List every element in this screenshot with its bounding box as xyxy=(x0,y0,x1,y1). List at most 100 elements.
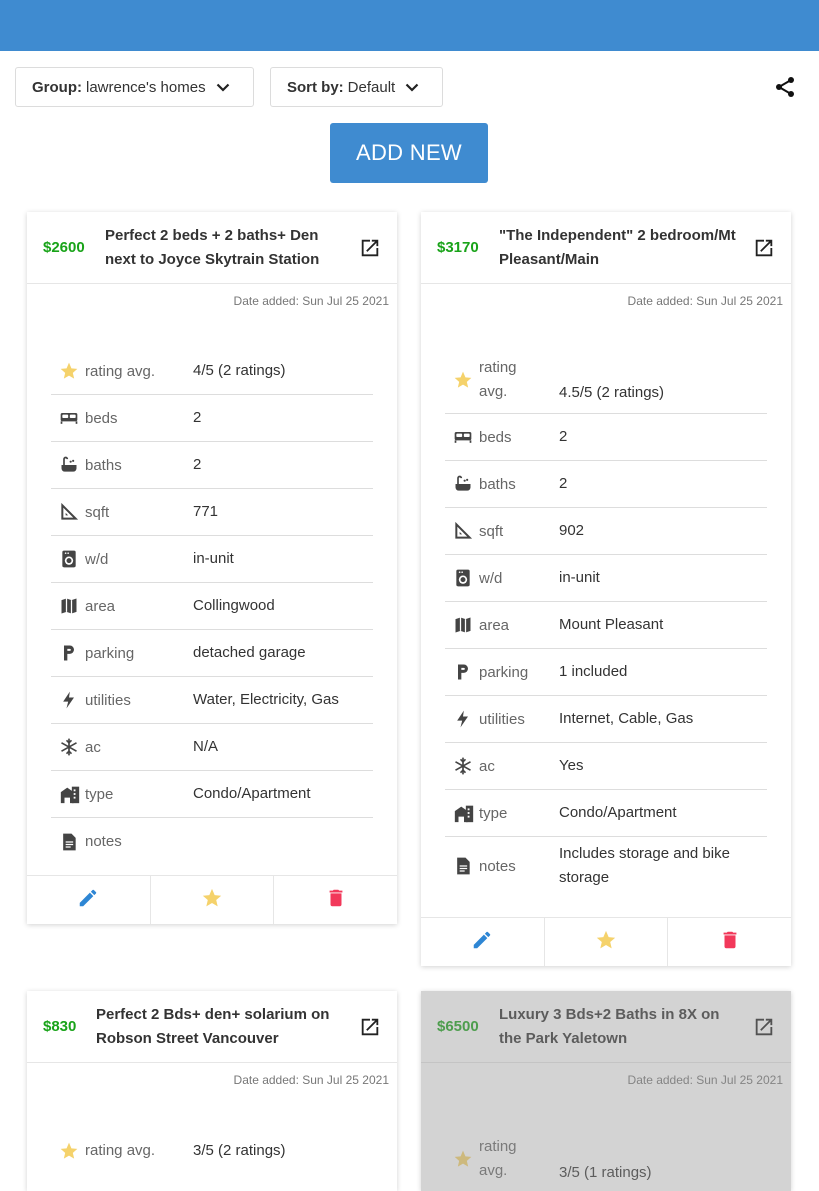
trash-icon xyxy=(719,929,741,956)
date-added: Date added: Sun Jul 25 2021 xyxy=(233,1073,389,1087)
detail-row-sqft: sqft 902 xyxy=(445,508,767,555)
listing-details: rating avg. 3/5 (1 ratings) xyxy=(421,1093,791,1191)
detail-value: 3/5 (1 ratings) xyxy=(559,1164,652,1181)
detail-row-w-d: w/d in-unit xyxy=(445,555,767,602)
open-external-icon[interactable] xyxy=(753,1016,775,1038)
snowflake-icon xyxy=(453,755,475,777)
detail-value: 3/5 (2 ratings) xyxy=(193,1141,286,1159)
listing-card-header: $830 Perfect 2 Bds+ den+ solarium on Rob… xyxy=(27,991,397,1063)
edit-button[interactable] xyxy=(27,876,151,924)
parking-icon xyxy=(453,661,475,683)
listing-details: rating avg. 4/5 (2 ratings) beds 2 baths 2 sqf… xyxy=(27,314,397,865)
detail-value: 2 xyxy=(193,409,202,426)
detail-label: rating avg. xyxy=(85,1142,156,1159)
listing-price: $2600 xyxy=(43,239,85,256)
group-select[interactable]: Group: lawrence's homes xyxy=(15,67,254,107)
edit-button[interactable] xyxy=(421,918,545,966)
star-icon xyxy=(59,360,81,382)
listing-card: $3170 "The Independent" 2 bedroom/Mt Ple… xyxy=(421,212,791,966)
detail-row-utilities: utilities Water, Electricity, Gas xyxy=(51,677,373,724)
detail-row-area: area Collingwood xyxy=(51,583,373,630)
listing-card: $830 Perfect 2 Bds+ den+ solarium on Rob… xyxy=(27,991,397,1191)
toolbar: Group: lawrence's homes Sort by: Default xyxy=(15,67,819,107)
map-icon xyxy=(453,614,475,636)
detail-label: baths xyxy=(85,456,122,474)
listing-card-header: $3170 "The Independent" 2 bedroom/Mt Ple… xyxy=(421,212,791,284)
detail-label: notes xyxy=(479,857,516,875)
detail-value: detached garage xyxy=(193,644,306,661)
group-select-label: Group: xyxy=(32,78,82,96)
listing-details: rating avg. 3/5 (2 ratings) xyxy=(27,1093,397,1174)
listing-card: $2600 Perfect 2 beds + 2 baths+ Den next… xyxy=(27,212,397,924)
detail-label: beds xyxy=(479,428,512,446)
detail-label: rating avg. xyxy=(85,362,156,380)
bathtub-icon xyxy=(453,473,475,495)
sort-select[interactable]: Sort by: Default xyxy=(270,67,443,107)
detail-label: ac xyxy=(85,738,101,756)
card-actions xyxy=(421,917,791,966)
detail-label: type xyxy=(85,785,114,803)
detail-value: in-unit xyxy=(193,550,234,567)
listing-title: Luxury 3 Bds+2 Baths in 8X on the Park Y… xyxy=(499,1005,720,1047)
detail-label: area xyxy=(85,597,116,615)
open-external-icon[interactable] xyxy=(359,1016,381,1038)
listing-details: rating avg. 4.5/5 (2 ratings) beds 2 baths 2 s… xyxy=(421,314,791,895)
detail-row-beds: beds 2 xyxy=(51,395,373,442)
share-icon[interactable] xyxy=(773,75,797,99)
date-added: Date added: Sun Jul 25 2021 xyxy=(627,1073,783,1087)
detail-row-rating-avg: rating avg. 3/5 (1 ratings) xyxy=(445,1127,767,1191)
detail-label: utilities xyxy=(479,710,525,728)
delete-button[interactable] xyxy=(668,918,791,966)
detail-row-area: area Mount Pleasant xyxy=(445,602,767,649)
star-icon xyxy=(453,369,475,391)
listing-price: $3170 xyxy=(437,239,479,256)
detail-label: baths xyxy=(479,475,516,493)
card-actions xyxy=(27,875,397,924)
parking-icon xyxy=(59,642,81,664)
favorite-button[interactable] xyxy=(545,918,669,966)
star-icon xyxy=(59,1140,81,1162)
detail-value: Water, Electricity, Gas xyxy=(193,691,339,708)
detail-value: Condo/Apartment xyxy=(559,804,677,821)
detail-value: 4.5/5 (2 ratings) xyxy=(559,384,665,401)
sort-select-value: Default xyxy=(347,78,396,96)
detail-label: parking xyxy=(479,663,529,681)
detail-row-baths: baths 2 xyxy=(51,442,373,489)
bed-icon xyxy=(453,426,475,448)
detail-value: N/A xyxy=(193,738,219,755)
open-external-icon[interactable] xyxy=(753,237,775,259)
listing-title: Perfect 2 beds + 2 baths+ Den next to Jo… xyxy=(105,226,320,268)
date-added: Date added: Sun Jul 25 2021 xyxy=(627,294,783,308)
detail-label: w/d xyxy=(479,569,503,587)
delete-button[interactable] xyxy=(274,876,397,924)
detail-value: 771 xyxy=(193,503,219,520)
detail-label: type xyxy=(479,804,508,822)
star-icon xyxy=(453,1148,475,1170)
detail-row-utilities: utilities Internet, Cable, Gas xyxy=(445,696,767,743)
detail-label: parking xyxy=(85,644,135,662)
detail-value: 1 included xyxy=(559,663,628,680)
detail-row-type: type Condo/Apartment xyxy=(51,771,373,818)
detail-value: 902 xyxy=(559,522,585,539)
snowflake-icon xyxy=(59,736,81,758)
add-new-button[interactable]: ADD NEW xyxy=(330,123,488,183)
detail-row-w-d: w/d in-unit xyxy=(51,536,373,583)
detail-row-baths: baths 2 xyxy=(445,461,767,508)
washer-icon xyxy=(453,567,475,589)
detail-value: 4/5 (2 ratings) xyxy=(193,362,286,379)
detail-label: sqft xyxy=(85,503,110,521)
chevron-down-icon xyxy=(405,83,419,92)
favorite-button[interactable] xyxy=(151,876,275,924)
detail-value: 2 xyxy=(559,475,568,492)
date-added: Date added: Sun Jul 25 2021 xyxy=(233,294,389,308)
open-external-icon[interactable] xyxy=(359,237,381,259)
detail-row-beds: beds 2 xyxy=(445,414,767,461)
listing-title: "The Independent" 2 bedroom/Mt Pleasant/… xyxy=(499,226,736,268)
detail-row-sqft: sqft 771 xyxy=(51,489,373,536)
detail-label: w/d xyxy=(85,550,109,568)
ruler-icon xyxy=(453,520,475,542)
detail-label: notes xyxy=(85,833,122,850)
chevron-down-icon xyxy=(216,83,230,92)
bolt-icon xyxy=(453,708,475,730)
group-select-value: lawrence's homes xyxy=(86,78,206,96)
